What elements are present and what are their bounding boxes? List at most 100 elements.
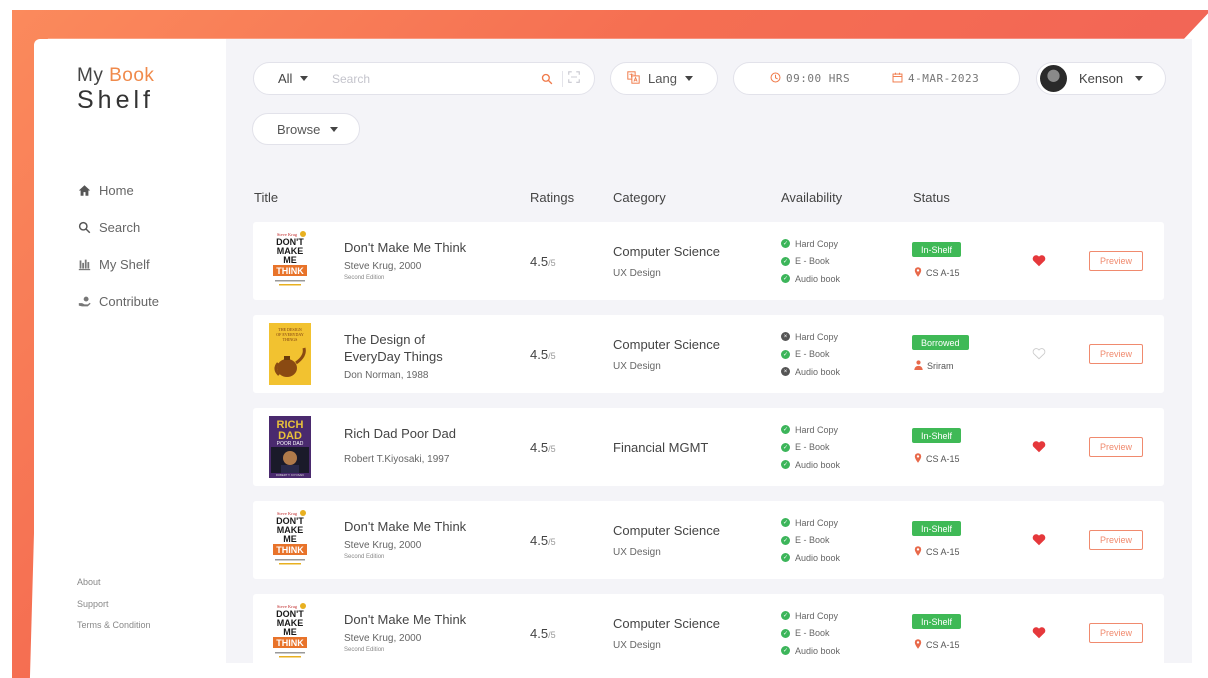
availability-item: ✓ E - Book: [781, 346, 840, 364]
status-location: CS A-15: [914, 639, 960, 651]
sidebar-item-home[interactable]: Home: [76, 172, 159, 209]
divider: [562, 70, 563, 87]
book-cover[interactable]: Steve Krug DON'T MAKE ME THINK: [269, 602, 311, 664]
book-subcategory: UX Design: [613, 547, 661, 558]
heart-filled-icon[interactable]: [1032, 440, 1048, 454]
chevron-down-icon: [684, 76, 693, 81]
book-author: Steve Krug, 2000: [344, 261, 422, 272]
check-circle-icon: ✓: [781, 425, 790, 435]
location-text: CS A-15: [926, 640, 960, 650]
calendar-icon: [892, 72, 903, 86]
sidebar-item-label: Search: [99, 220, 141, 235]
check-circle-icon: ✓: [781, 256, 790, 266]
table-row[interactable]: THE DESIGN OF EVERYDAY THINGS The Design…: [253, 315, 1164, 393]
preview-button[interactable]: Preview: [1089, 437, 1143, 457]
availability-label: E - Book: [795, 256, 830, 267]
support-link[interactable]: Support: [77, 599, 151, 621]
sidebar-item-label: Contribute: [99, 294, 159, 309]
book-category: Computer Science: [613, 523, 720, 538]
availability-label: E - Book: [795, 535, 830, 546]
date-value: 4-MAR-2023: [908, 72, 980, 85]
cover-text: ME: [283, 255, 297, 265]
book-title[interactable]: Don't Make Me Think: [344, 239, 466, 256]
sidebar-item-my-shelf[interactable]: My Shelf: [76, 246, 159, 283]
book-category: Computer Science: [613, 337, 720, 352]
book-cover[interactable]: Steve Krug DON'T MAKE ME THINK: [269, 230, 311, 292]
location-pin-icon: [914, 453, 922, 465]
table-row[interactable]: Steve Krug DON'T MAKE ME THINK Don't Mak…: [253, 501, 1164, 579]
book-subcategory: UX Design: [613, 268, 661, 279]
availability-list: ✓ Hard Copy ✓ E - Book ✓ Audio book: [781, 235, 840, 288]
book-cover[interactable]: RICH DAD POOR DAD ROBERT T. KIYOSAKI: [269, 416, 311, 478]
app-logo: My Book Shelf: [77, 65, 154, 113]
book-title[interactable]: Rich Dad Poor Dad: [344, 425, 456, 442]
availability-label: Audio book: [795, 552, 841, 563]
availability-item: × Audio book: [781, 363, 840, 381]
table-row[interactable]: RICH DAD POOR DAD ROBERT T. KIYOSAKI Ric…: [253, 408, 1164, 486]
heart-outline-icon[interactable]: [1032, 347, 1048, 361]
preview-button[interactable]: Preview: [1089, 530, 1143, 550]
availability-list: ✓ Hard Copy ✓ E - Book ✓ Audio book: [781, 607, 840, 660]
cover-text: THINGS: [283, 337, 298, 342]
column-header-status: Status: [913, 190, 950, 205]
heart-filled-icon[interactable]: [1032, 533, 1048, 547]
chevron-down-icon: [330, 126, 339, 132]
book-title[interactable]: Don't Make Me Think: [344, 518, 466, 535]
book-title[interactable]: The Design of EveryDay Things: [344, 331, 443, 365]
availability-label: Audio book: [795, 645, 841, 656]
terms-link[interactable]: Terms & Condition: [77, 620, 151, 642]
x-circle-icon: ×: [781, 332, 790, 342]
date-display: 4-MAR-2023: [892, 72, 979, 86]
sidebar-item-contribute[interactable]: Contribute: [76, 283, 159, 320]
cover-text: ME: [283, 534, 297, 544]
browse-dropdown[interactable]: Browse: [252, 113, 360, 145]
shelf-icon: [76, 258, 92, 272]
heart-filled-icon[interactable]: [1032, 254, 1048, 268]
status-badge: In-Shelf: [912, 242, 962, 257]
book-title[interactable]: Don't Make Me Think: [344, 611, 466, 628]
cover-text: ROBERT T. KIYOSAKI: [276, 473, 305, 477]
book-rating: 4.5/5: [530, 440, 556, 455]
heart-filled-icon[interactable]: [1032, 626, 1048, 640]
cover-text: THINK: [276, 266, 304, 276]
time-value: 09:00 HRS: [786, 72, 851, 85]
availability-list: × Hard Copy ✓ E - Book × Audio book: [781, 328, 840, 381]
book-cover[interactable]: Steve Krug DON'T MAKE ME THINK: [269, 509, 311, 571]
search-icon[interactable]: [541, 73, 557, 85]
search-bar: All: [253, 62, 595, 95]
table-row[interactable]: Steve Krug DON'T MAKE ME THINK Don't Mak…: [253, 594, 1164, 672]
preview-button[interactable]: Preview: [1089, 623, 1143, 643]
user-menu[interactable]: Kenson: [1036, 62, 1166, 95]
availability-label: Hard Copy: [795, 424, 839, 435]
availability-label: Hard Copy: [795, 238, 839, 249]
location-text: CS A-15: [926, 547, 960, 557]
preview-button[interactable]: Preview: [1089, 344, 1143, 364]
book-cover[interactable]: THE DESIGN OF EVERYDAY THINGS: [269, 323, 311, 385]
avatar: [1040, 65, 1067, 92]
scan-icon[interactable]: [568, 71, 580, 86]
about-link[interactable]: About: [77, 577, 151, 599]
check-circle-icon: ✓: [781, 628, 790, 638]
clock-icon: [770, 72, 781, 86]
preview-button[interactable]: Preview: [1089, 251, 1143, 271]
search-filter-value: All: [278, 71, 293, 86]
sidebar-item-search[interactable]: Search: [76, 209, 159, 246]
x-circle-icon: ×: [781, 367, 790, 377]
availability-label: Hard Copy: [795, 517, 839, 528]
status-badge: In-Shelf: [912, 521, 962, 536]
search-filter-dropdown[interactable]: All: [254, 71, 318, 86]
sidebar-nav: Home Search My Shelf Contribute: [76, 172, 159, 320]
table-row[interactable]: Steve Krug DON'T MAKE ME THINK Don't Mak…: [253, 222, 1164, 300]
availability-item: ✓ Hard Copy: [781, 607, 840, 625]
availability-item: ✓ E - Book: [781, 625, 840, 643]
status-badge: In-Shelf: [912, 614, 962, 629]
status-badge: In-Shelf: [912, 428, 962, 443]
search-input[interactable]: [318, 71, 533, 86]
column-header-title: Title: [254, 190, 279, 205]
book-edition: Second Edition: [344, 554, 385, 560]
translate-icon: [627, 70, 640, 87]
availability-item: ✓ Audio book: [781, 642, 840, 660]
check-circle-icon: ✓: [781, 535, 790, 545]
check-circle-icon: ✓: [781, 553, 790, 563]
language-dropdown[interactable]: Lang: [610, 62, 718, 95]
